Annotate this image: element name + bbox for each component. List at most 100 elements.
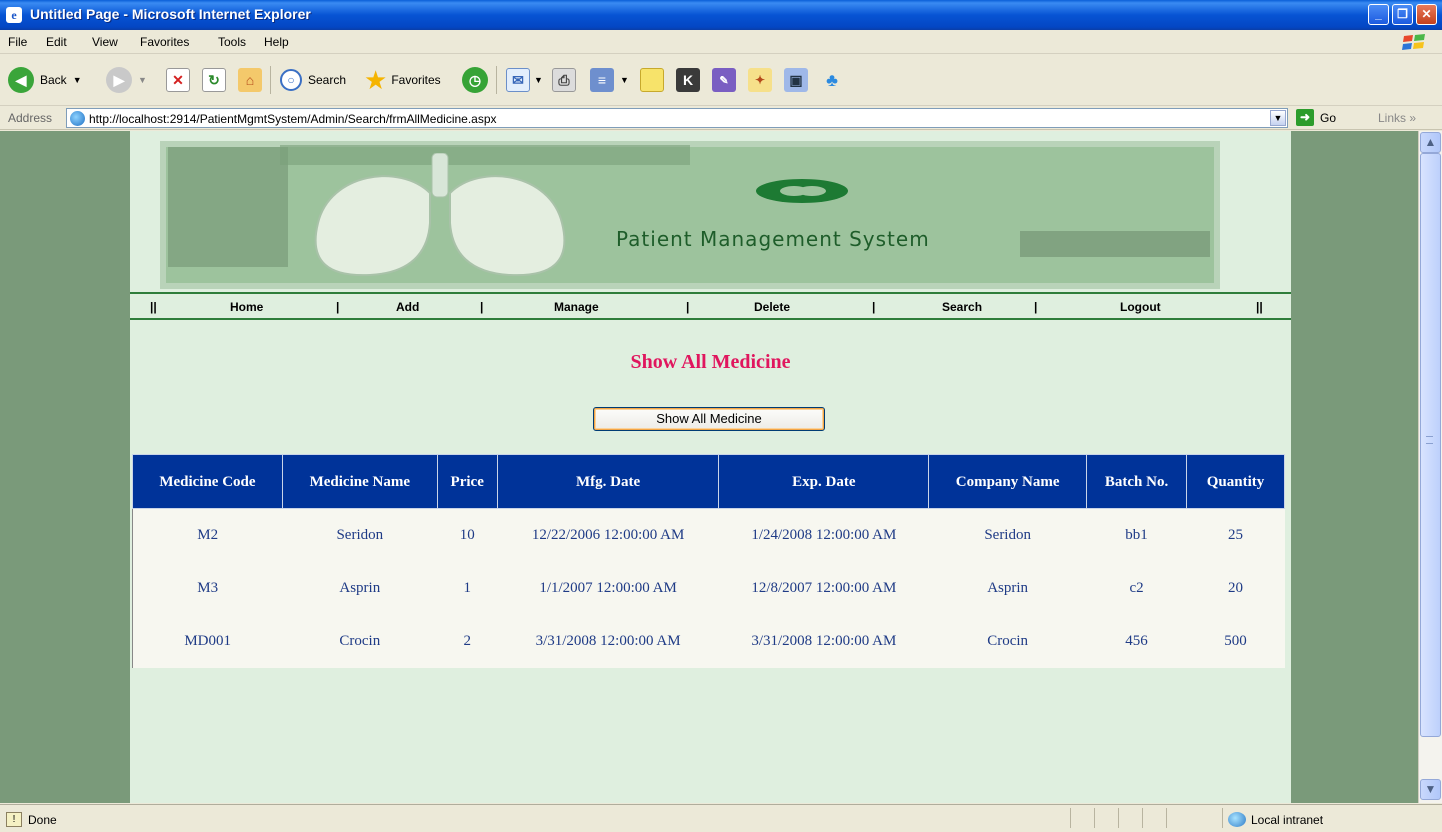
nav-logout[interactable]: Logout [1120, 300, 1161, 314]
cell-exp-date: 1/24/2008 12:00:00 AM [718, 508, 929, 562]
col-exp-date[interactable]: Exp. Date [718, 454, 930, 509]
vertical-scrollbar[interactable]: ▲ ▼ [1418, 131, 1442, 803]
show-all-medicine-button[interactable]: Show All Medicine [593, 407, 825, 431]
table-row: MD001 Crocin 2 3/31/2008 12:00:00 AM 3/3… [132, 614, 1285, 668]
forward-button[interactable]: ▶ ▼ [106, 66, 147, 94]
scroll-thumb[interactable] [1420, 153, 1441, 737]
menu-view[interactable]: View [92, 35, 118, 49]
status-bar: ! Done Local intranet [0, 804, 1442, 832]
page-icon [70, 111, 85, 126]
messenger-button[interactable]: ♣ [820, 66, 844, 94]
col-mfg-date[interactable]: Mfg. Date [496, 454, 720, 509]
nav-add[interactable]: Add [396, 300, 419, 314]
mail-button[interactable]: ✉ ▼ [506, 66, 543, 94]
nav-separator: || [1256, 300, 1263, 314]
col-price[interactable]: Price [436, 454, 498, 509]
cell-mfg-date: 12/22/2006 12:00:00 AM [497, 508, 719, 562]
address-bar: Address http://localhost:2914/PatientMgm… [0, 106, 1442, 130]
favorites-button[interactable]: ★ Favorites [364, 66, 441, 94]
col-batch-no[interactable]: Batch No. [1086, 454, 1187, 509]
cell-mfg-date: 3/31/2008 12:00:00 AM [497, 614, 719, 668]
search-icon: ○ [280, 69, 302, 91]
cell-exp-date: 12/8/2007 12:00:00 AM [718, 561, 929, 615]
home-icon: ⌂ [238, 68, 262, 92]
cell-medicine-name: Crocin [282, 614, 438, 668]
cell-price: 2 [437, 614, 498, 668]
nav-separator: | [1034, 300, 1038, 314]
cell-price: 10 [437, 508, 498, 562]
go-button[interactable]: ➜ Go [1296, 109, 1336, 126]
tools-button[interactable]: ▣ [784, 66, 808, 94]
page-heading: Show All Medicine [630, 351, 791, 373]
search-button[interactable]: ○ Search [280, 66, 346, 94]
minimize-button[interactable]: _ [1368, 4, 1389, 25]
favorites-icon: ★ [364, 65, 388, 95]
stop-icon: ✕ [166, 68, 190, 92]
nav-separator: | [686, 300, 690, 314]
nav-home[interactable]: Home [230, 300, 263, 314]
k-icon: K [676, 68, 700, 92]
address-dropdown-icon[interactable]: ▼ [1270, 110, 1286, 126]
stop-button[interactable]: ✕ [166, 66, 190, 94]
menu-file[interactable]: File [8, 35, 27, 49]
notes-button[interactable] [640, 66, 664, 94]
cell-batch-no: 456 [1086, 614, 1187, 668]
print-button[interactable]: ⎙ [552, 66, 576, 94]
table-row: M2 Seridon 10 12/22/2006 12:00:00 AM 1/2… [132, 508, 1285, 562]
grid-header-row: Medicine Code Medicine Name Price Mfg. D… [132, 454, 1286, 509]
cell-exp-date: 3/31/2008 12:00:00 AM [718, 614, 929, 668]
scroll-down-icon[interactable]: ▼ [1420, 779, 1441, 800]
nav-separator: || [150, 300, 157, 314]
cell-company-name: Asprin [928, 561, 1087, 615]
cell-medicine-name: Seridon [282, 508, 438, 562]
cell-price: 1 [437, 561, 498, 615]
address-url: http://localhost:2914/PatientMgmtSystem/… [89, 112, 497, 126]
nav-delete[interactable]: Delete [754, 300, 790, 314]
done-icon: ! [6, 812, 22, 827]
col-quantity[interactable]: Quantity [1185, 454, 1286, 509]
print-icon: ⎙ [552, 68, 576, 92]
home-button[interactable]: ⌂ [238, 66, 262, 94]
cell-medicine-name: Asprin [282, 561, 438, 615]
discuss-icon: ✎ [712, 68, 736, 92]
menu-edit[interactable]: Edit [46, 35, 67, 49]
maximize-button[interactable]: ❐ [1392, 4, 1413, 25]
discuss-button[interactable]: ✎ [712, 66, 736, 94]
menu-tools[interactable]: Tools [218, 35, 246, 49]
cell-quantity: 25 [1186, 508, 1285, 562]
menu-bar: File Edit View Favorites Tools Help [0, 30, 1442, 54]
table-row: M3 Asprin 1 1/1/2007 12:00:00 AM 12/8/20… [132, 561, 1285, 615]
col-medicine-name[interactable]: Medicine Name [281, 454, 438, 509]
address-label: Address [8, 111, 53, 125]
cell-medicine-code: MD001 [132, 614, 283, 668]
messenger-icon: ♣ [826, 69, 838, 90]
intranet-icon [1228, 812, 1246, 827]
title-bar: e Untitled Page - Microsoft Internet Exp… [0, 0, 1442, 30]
links-button[interactable]: Links » [1378, 111, 1416, 125]
menu-favorites[interactable]: Favorites [140, 35, 189, 49]
research-button[interactable]: ✦ [748, 66, 772, 94]
edit-button[interactable]: ≡ ▼ [590, 66, 629, 94]
nav-manage[interactable]: Manage [554, 300, 599, 314]
lungs-image [314, 153, 566, 277]
col-medicine-code[interactable]: Medicine Code [132, 454, 283, 509]
medicine-grid: Medicine Code Medicine Name Price Mfg. D… [132, 454, 1286, 668]
menu-help[interactable]: Help [264, 35, 289, 49]
refresh-button[interactable]: ↻ [202, 66, 226, 94]
scroll-up-icon[interactable]: ▲ [1420, 132, 1441, 153]
security-zone: Local intranet [1228, 812, 1323, 827]
close-button[interactable]: ✕ [1416, 4, 1437, 25]
nav-search[interactable]: Search [942, 300, 982, 314]
history-button[interactable]: ◷ [462, 66, 488, 94]
go-label: Go [1320, 110, 1337, 125]
col-company-name[interactable]: Company Name [928, 454, 1088, 509]
k-button[interactable]: K [676, 66, 700, 94]
site-banner: Patient Management System [160, 141, 1220, 289]
forward-icon: ▶ [106, 67, 132, 93]
cell-quantity: 500 [1186, 614, 1285, 668]
address-input[interactable]: http://localhost:2914/PatientMgmtSystem/… [66, 108, 1288, 128]
back-label: Back [40, 73, 67, 87]
back-button[interactable]: ◀ Back ▼ [8, 66, 82, 94]
nav-separator: | [480, 300, 484, 314]
scroll-grip-icon [1426, 436, 1433, 444]
